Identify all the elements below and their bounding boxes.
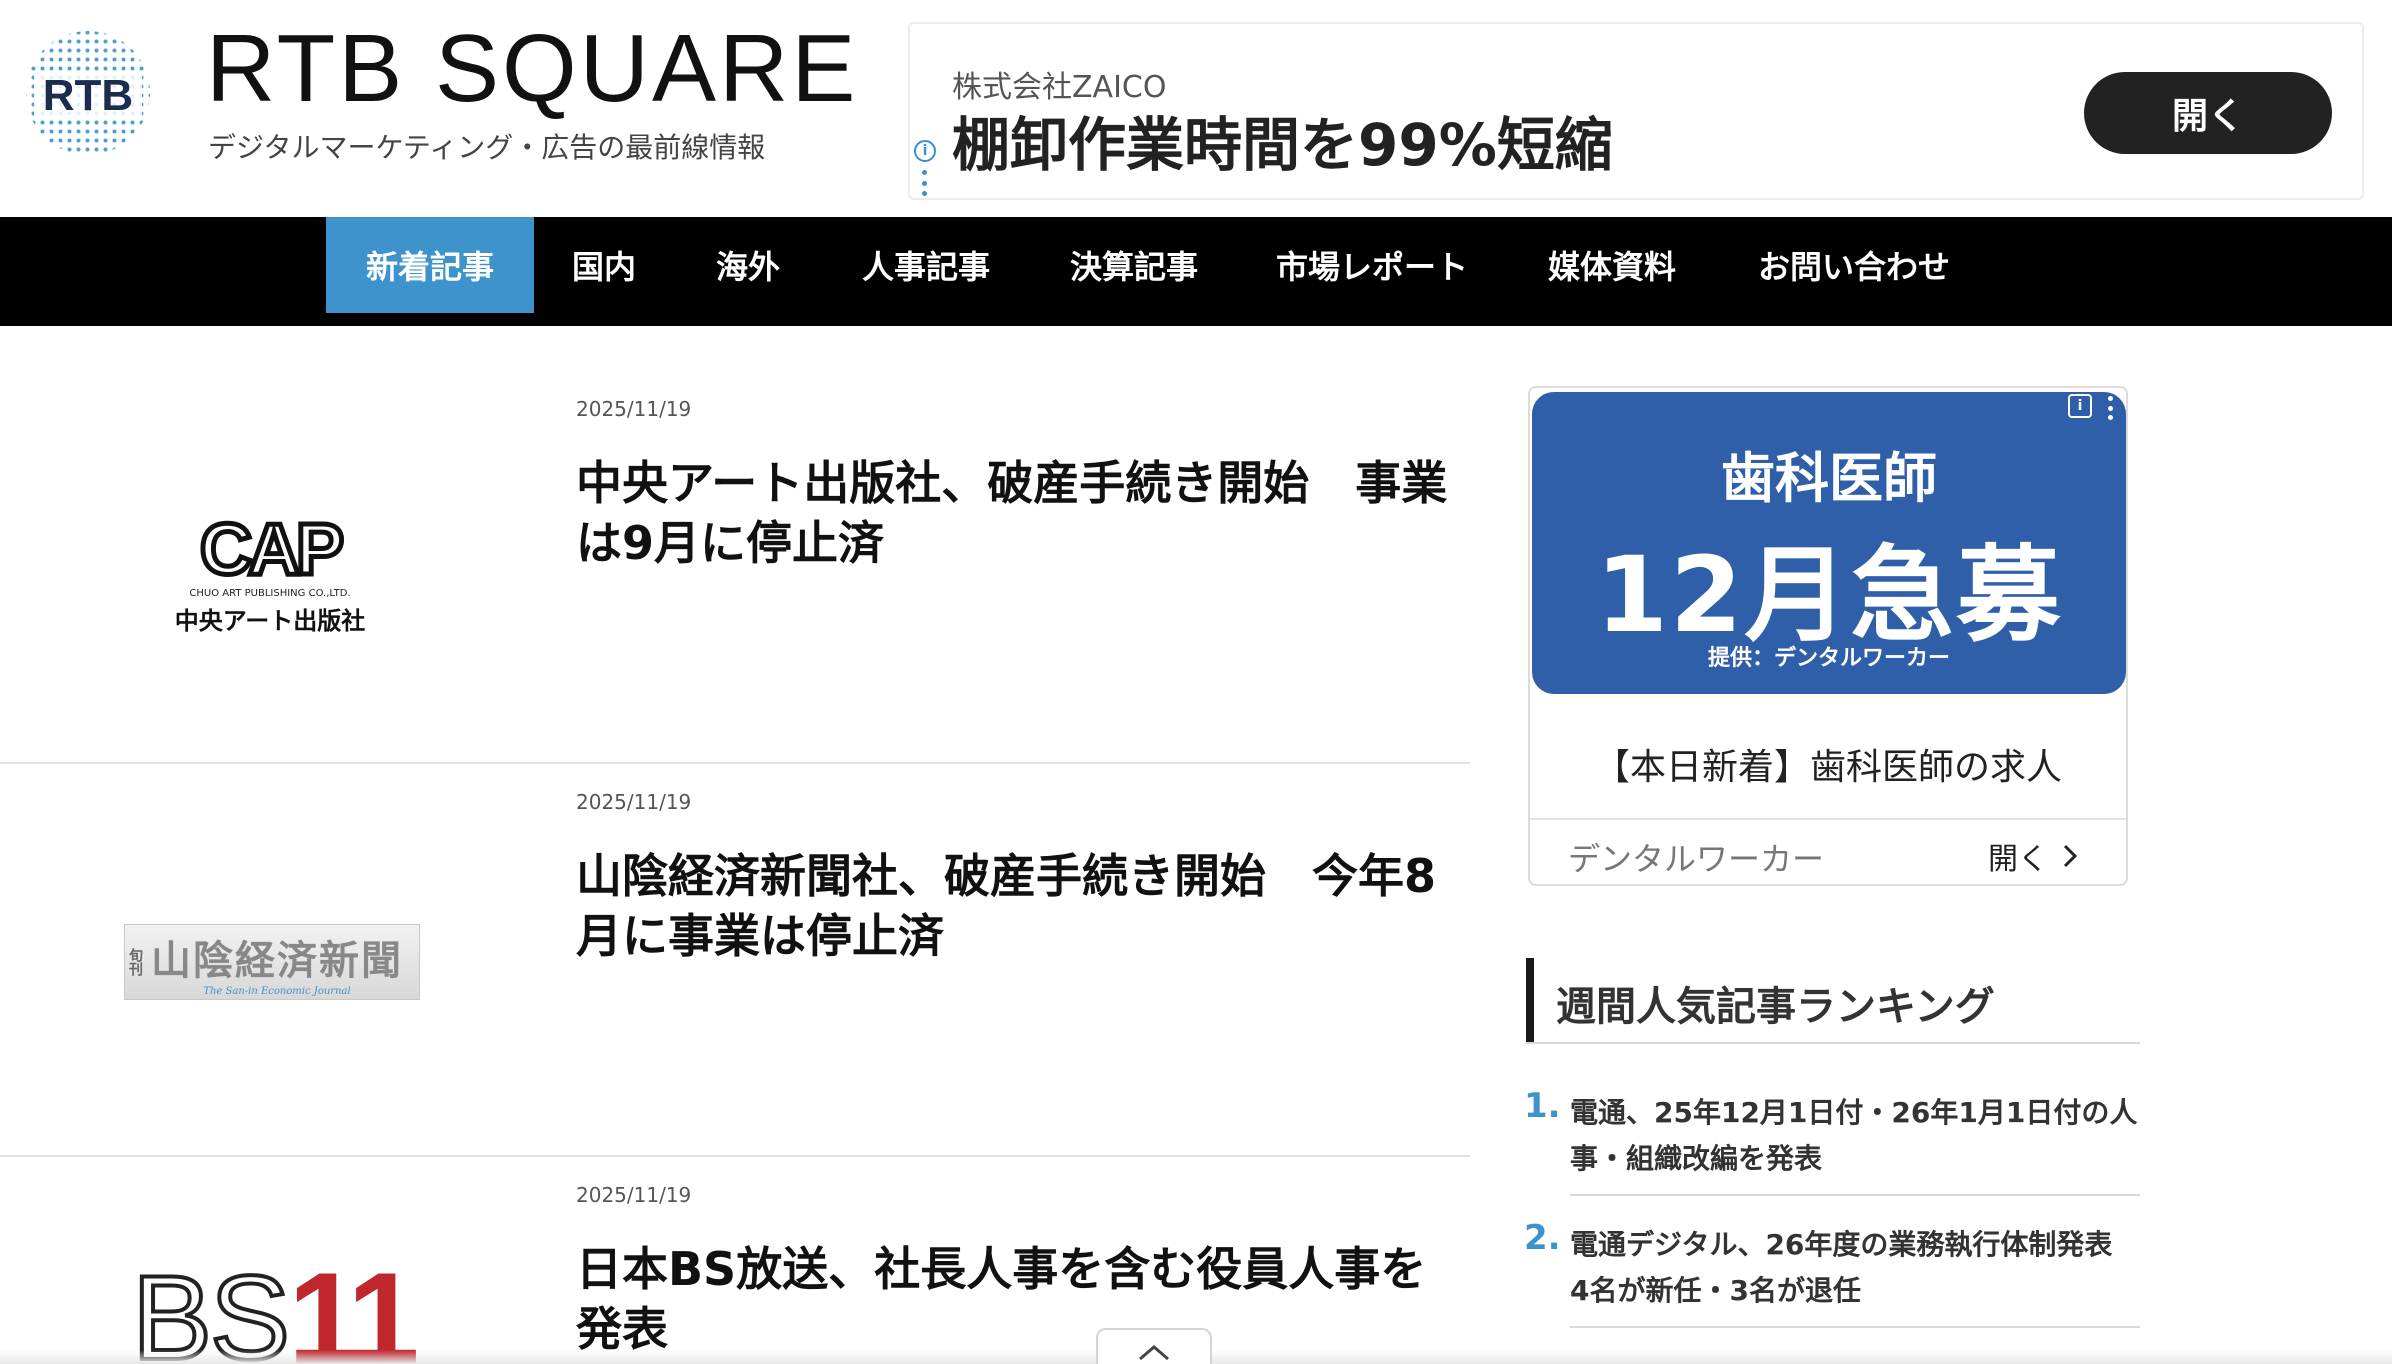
ranking-item-text[interactable]: 電通デジタル、26年度の業務執行体制発表 4名が新任・3名が退任 [1570, 1222, 2140, 1314]
site-logo[interactable]: RTB [20, 28, 156, 158]
ranking-number: 2. [1524, 1218, 1561, 1258]
article-title[interactable]: 日本BS放送、社長人事を含む役員人事を発表 [576, 1239, 1456, 1359]
ranking-number: 1. [1524, 1086, 1561, 1126]
nav-item-new-articles[interactable]: 新着記事 [326, 217, 534, 313]
article-date: 2025/11/19 [576, 1183, 692, 1207]
cap-logo-name: 中央アート出版社 [174, 607, 366, 635]
article-item[interactable]: BS 11 2025/11/19 日本BS放送、社長人事を含む役員人事を発表 [0, 1157, 1470, 1364]
nav-item-overseas[interactable]: 海外 [696, 217, 800, 313]
sidebar-ad-open-button[interactable]: 開く [1988, 834, 2078, 878]
chevron-up-icon [1139, 1345, 1169, 1361]
ad-headline[interactable]: 棚卸作業時間を99%短縮 [952, 98, 1613, 182]
article-title[interactable]: 中央アート出版社、破産手続き開始 事業は9月に停止済 [576, 453, 1456, 573]
ad-info-icon[interactable]: i [2068, 394, 2092, 418]
sidebar-ad-separator [1530, 818, 2126, 820]
article-item[interactable]: 旬刊 山陰経済新聞 The San-in Economic Journal 20… [0, 764, 1470, 1157]
article-date: 2025/11/19 [576, 790, 692, 814]
article-title[interactable]: 山陰経済新聞社、破産手続き開始 今年8月に事業は停止済 [576, 846, 1456, 966]
ranking-header: 週間人気記事ランキング [1526, 958, 2140, 1044]
ranking-item-text[interactable]: 電通、25年12月1日付・26年1月1日付の人事・組織改編を発表 [1570, 1090, 2138, 1182]
sanin-logo-prefix: 旬刊 [127, 948, 143, 976]
ranking-item-divider [1570, 1326, 2140, 1328]
site-header: RTB RTB SQUARE デジタルマーケティング・広告の最前線情報 株式会社… [0, 0, 2392, 217]
nav-item-earnings[interactable]: 決算記事 [1054, 217, 1214, 313]
article-item[interactable]: CAP CHUO ART PUBLISHING CO.,LTD. 中央アート出版… [0, 371, 1470, 764]
bs11-logo-bs: BS [130, 1251, 292, 1364]
sidebar-ad-image[interactable]: 歯科医師 12月急募 提供：デンタルワーカー [1532, 392, 2126, 694]
sidebar-ad[interactable]: 歯科医師 12月急募 提供：デンタルワーカー i 【本日新着】歯科医師の求人 デ… [1528, 386, 2128, 886]
sidebar-ad-line2: 12月急募 [1595, 534, 2063, 656]
sidebar-ad-line3: 提供：デンタルワーカー [1707, 646, 1950, 671]
sidebar-ad-advertiser: デンタルワーカー [1568, 840, 1825, 878]
ranking-header-line [1526, 1042, 2140, 1044]
rtb-logo-icon: RTB [26, 31, 150, 155]
nav-item-media-kit[interactable]: 媒体資料 [1532, 217, 1692, 313]
site-title[interactable]: RTB SQUARE [206, 16, 858, 122]
nav-item-contact[interactable]: お問い合わせ [1746, 217, 1962, 313]
ad-menu-icon[interactable] [2108, 396, 2114, 420]
article-date: 2025/11/19 [576, 397, 692, 421]
ranking-item[interactable]: 2. 電通デジタル、26年度の業務執行体制発表 4名が新任・3名が退任 [1524, 1218, 2140, 1330]
chevron-right-icon [2063, 844, 2078, 868]
sidebar-ad-open-label: 開く [1988, 842, 2048, 877]
ranking-item[interactable]: 1. 電通、25年12月1日付・26年1月1日付の人事・組織改編を発表 [1524, 1086, 2140, 1198]
nav-item-market-report[interactable]: 市場レポート [1262, 217, 1482, 313]
sanin-logo-sub: The San-in Economic Journal [203, 985, 351, 997]
main-nav: 新着記事 国内 海外 人事記事 決算記事 市場レポート 媒体資料 お問い合わせ [0, 217, 2392, 326]
site-subtitle: デジタルマーケティング・広告の最前線情報 [208, 131, 766, 164]
ranking-header-bar [1526, 958, 1534, 1044]
ranking-title: 週間人気記事ランキング [1556, 984, 1995, 1030]
ad-open-button[interactable]: 開く [2084, 72, 2332, 154]
ranking-item-divider [1570, 1194, 2140, 1196]
ad-menu-icon[interactable] [922, 170, 928, 196]
sidebar-ad-line1: 歯科医師 [1721, 447, 1937, 510]
sanin-logo-name: 山陰経済新聞 [151, 936, 403, 984]
article-thumbnail[interactable]: 旬刊 山陰経済新聞 The San-in Economic Journal [124, 924, 420, 1000]
nav-item-domestic[interactable]: 国内 [552, 217, 656, 313]
article-thumbnail[interactable]: BS 11 [130, 1253, 422, 1364]
article-thumbnail[interactable]: CAP CHUO ART PUBLISHING CO.,LTD. 中央アート出版… [110, 495, 430, 655]
cap-logo-sub: CHUO ART PUBLISHING CO.,LTD. [189, 588, 351, 599]
nav-item-personnel[interactable]: 人事記事 [846, 217, 1006, 313]
scroll-to-top-button[interactable] [1096, 1328, 1212, 1364]
top-ad-banner[interactable]: 株式会社ZAICO 棚卸作業時間を99%短縮 開く i [908, 22, 2364, 200]
ad-info-icon[interactable]: i [914, 140, 936, 162]
svg-text:CAP: CAP [200, 514, 342, 586]
svg-text:RTB: RTB [43, 71, 133, 120]
sidebar-ad-text[interactable]: 【本日新着】歯科医師の求人 [1530, 738, 2126, 790]
bs11-logo-num: 11 [288, 1245, 419, 1364]
cap-logo-icon: CAP [197, 514, 348, 586]
